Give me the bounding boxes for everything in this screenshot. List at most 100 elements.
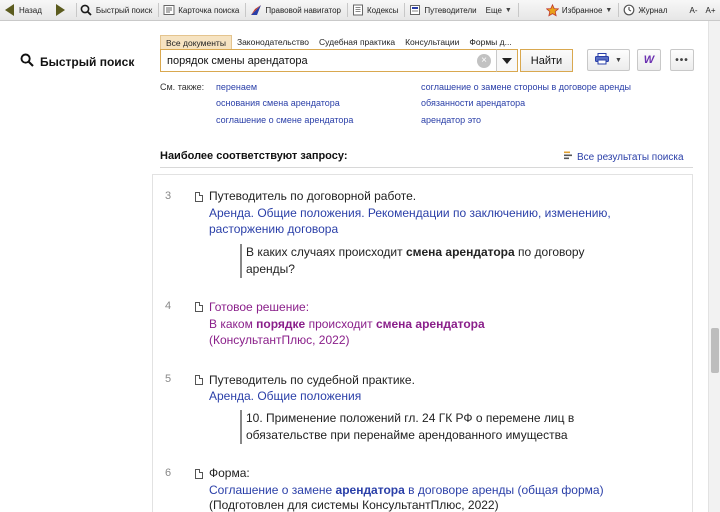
word-icon: W <box>643 54 655 66</box>
clock-icon <box>622 4 635 17</box>
navigator-icon <box>249 4 262 17</box>
more-label: Еще <box>485 5 502 15</box>
see-also-link[interactable]: соглашение о смене арендатора <box>216 115 353 125</box>
result-title-text: Соглашение о замене <box>209 483 336 497</box>
see-also-link[interactable]: основания смена арендатора <box>216 98 340 108</box>
toolbar-separator <box>517 3 519 17</box>
favorites-button[interactable]: Избранное ▼ <box>543 0 618 21</box>
result-title-text: В каком <box>209 317 257 331</box>
see-also-link[interactable]: обязанности арендатора <box>421 98 525 108</box>
quote-text: В каких случаях происходит <box>246 245 406 259</box>
codes-label: Кодексы <box>367 5 399 15</box>
legal-navigator-label: Правовой навигатор <box>265 5 341 15</box>
font-increase-button[interactable]: A+ <box>702 0 720 21</box>
result-quote: 10. Применение положений гл. 24 ГК РФ о … <box>240 410 680 444</box>
clear-icon[interactable]: × <box>477 53 491 68</box>
quick-search-button[interactable]: Быстрый поиск <box>77 0 158 21</box>
document-icon <box>195 375 203 385</box>
search-input[interactable] <box>161 50 477 71</box>
journal-button[interactable]: Журнал <box>619 0 673 21</box>
result-title-text: в договоре аренды (общая форма) <box>404 483 604 497</box>
guides-button[interactable]: Путеводители <box>405 0 482 21</box>
back-label: Назад <box>19 5 42 15</box>
result-title-highlight: смена арендатора <box>375 317 485 331</box>
result-title-highlight: арендатора <box>335 483 405 497</box>
see-also-label: См. также: <box>160 82 205 92</box>
result-number: 6 <box>165 467 172 479</box>
result-title-text: происходит <box>305 317 376 331</box>
result-title-highlight: порядке <box>256 317 306 331</box>
magnifier-icon <box>80 4 93 17</box>
result-title-line: расторжению договора <box>209 222 339 236</box>
result-subtitle: (КонсультантПлюс, 2022) <box>209 333 350 347</box>
more-actions-button[interactable]: ••• <box>670 49 694 71</box>
result-title-link[interactable]: Аренда. Общие положения <box>209 388 689 404</box>
forward-button[interactable] <box>48 0 76 21</box>
document-icon <box>195 192 203 202</box>
card-icon <box>162 4 175 17</box>
result-number: 3 <box>165 190 172 202</box>
journal-label: Журнал <box>638 5 668 15</box>
results-list-icon <box>564 151 573 163</box>
quick-search-heading: Быстрый поиск <box>20 53 134 70</box>
search-field: × <box>160 49 518 72</box>
best-match-heading: Наиболее соответствуют запросу: <box>160 150 348 162</box>
result-title-link[interactable]: Аренда. Общие положения. Рекомендации по… <box>209 205 689 237</box>
quote-text: обязательстве при перенайме арендованног… <box>246 428 568 442</box>
quote-text: по договору <box>514 245 585 259</box>
chevron-down-icon: ▼ <box>504 6 512 14</box>
result-title-link[interactable]: В каком порядке происходит смена арендат… <box>209 316 689 332</box>
vertical-scrollbar[interactable] <box>708 21 720 512</box>
chevron-down-icon <box>502 57 512 64</box>
see-also-link[interactable]: арендатор это <box>421 115 481 125</box>
card-search-label: Карточка поиска <box>178 5 240 15</box>
quote-text: 10. Применение положений гл. 24 ГК РФ о … <box>246 411 575 425</box>
favorites-star-icon <box>545 3 559 17</box>
search-history-dropdown[interactable] <box>496 49 518 72</box>
guides-icon <box>408 4 421 17</box>
result-source: Путеводитель по договорной работе. <box>209 189 417 203</box>
forward-arrow-icon <box>54 4 67 17</box>
guides-label: Путеводители <box>424 5 477 15</box>
result-quote: В каких случаях происходит смена арендат… <box>240 244 680 278</box>
result-source: Путеводитель по судебной практике. <box>209 373 415 387</box>
find-button[interactable]: Найти <box>520 49 573 72</box>
quick-search-heading-label: Быстрый поиск <box>40 54 135 69</box>
printer-icon <box>595 52 610 68</box>
font-increase-label: A+ <box>705 5 716 15</box>
result-title-line: Аренда. Общие положения. Рекомендации по… <box>209 206 611 220</box>
result-title-link[interactable]: Соглашение о замене арендатора в договор… <box>209 482 689 498</box>
ellipsis-icon: ••• <box>675 54 689 66</box>
codes-book-icon <box>351 4 364 17</box>
main-toolbar: Назад Быстрый поиск Карточка поиска Прав… <box>0 0 720 21</box>
result-source: Форма: <box>209 466 250 480</box>
all-results-link[interactable]: Все результаты поиска <box>564 151 684 163</box>
back-button[interactable]: Назад <box>0 0 48 21</box>
codes-button[interactable]: Кодексы <box>348 0 404 21</box>
result-number: 4 <box>165 300 172 312</box>
favorites-label: Избранное <box>561 5 603 15</box>
magnifier-icon <box>20 53 34 70</box>
back-arrow-icon <box>3 4 16 17</box>
scrollbar-thumb[interactable] <box>711 328 719 373</box>
see-also-link[interactable]: соглашение о замене стороны в договоре а… <box>421 82 631 92</box>
print-button[interactable]: ▼ <box>587 49 630 71</box>
export-word-button[interactable]: W <box>637 49 661 71</box>
result-source: Готовое решение: <box>209 300 310 314</box>
see-also-link[interactable]: перенаем <box>216 82 257 92</box>
heading-divider <box>160 167 693 168</box>
quote-text: аренды? <box>246 262 295 276</box>
document-icon <box>195 302 203 312</box>
legal-navigator-button[interactable]: Правовой навигатор <box>246 0 347 21</box>
quick-search-label: Быстрый поиск <box>95 5 153 15</box>
font-decrease-button[interactable]: A- <box>686 0 702 21</box>
more-menu-button[interactable]: Еще ▼ <box>483 0 518 21</box>
chevron-down-icon: ▼ <box>605 6 613 14</box>
quote-highlight: смена арендатора <box>405 245 515 259</box>
font-decrease-label: A- <box>689 5 698 15</box>
chevron-down-icon: ▼ <box>615 56 622 64</box>
card-search-button[interactable]: Карточка поиска <box>159 0 245 21</box>
all-results-label: Все результаты поиска <box>577 151 684 163</box>
result-number: 5 <box>165 373 172 385</box>
document-icon <box>195 469 203 479</box>
